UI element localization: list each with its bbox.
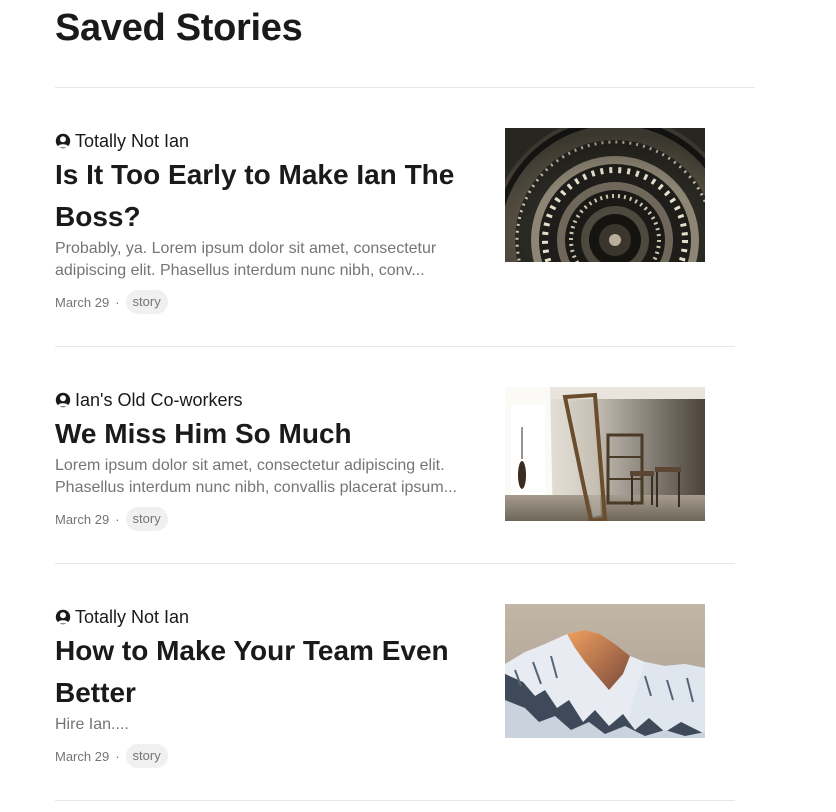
story-meta: March 29 · story [55, 507, 475, 531]
empty-room-image [505, 387, 705, 521]
page-title: Saved Stories [55, 7, 303, 49]
story-excerpt[interactable]: Probably, ya. Lorem ipsum dolor sit amet… [55, 238, 475, 282]
author-name[interactable]: Ian's Old Co-workers [75, 390, 242, 411]
story-date: March 29 [55, 294, 110, 310]
story-thumbnail[interactable] [505, 387, 705, 521]
story-title[interactable]: We Miss Him So Much [55, 413, 475, 455]
story-text: Totally Not Ian How to Make Your Team Ev… [55, 604, 475, 768]
story-title[interactable]: Is It Too Early to Make Ian The Boss? [55, 154, 475, 238]
author-row[interactable]: Ian's Old Co-workers [55, 387, 475, 413]
story-meta: March 29 · story [55, 290, 475, 314]
story-thumbnail[interactable] [505, 604, 705, 738]
meta-separator: · [115, 294, 120, 310]
user-icon [55, 609, 71, 625]
story-text: Ian's Old Co-workers We Miss Him So Much… [55, 387, 475, 531]
story-divider [55, 346, 735, 347]
story-tag[interactable]: story [125, 290, 168, 314]
story-divider [55, 800, 735, 801]
story-thumbnail[interactable] [505, 128, 705, 262]
story-excerpt[interactable]: Hire Ian.... [55, 714, 475, 736]
author-name[interactable]: Totally Not Ian [75, 607, 189, 628]
author-row[interactable]: Totally Not Ian [55, 604, 475, 630]
story-date: March 29 [55, 511, 110, 527]
meta-separator: · [115, 511, 120, 527]
story-title[interactable]: How to Make Your Team Even Better [55, 630, 475, 714]
story-tag[interactable]: story [125, 507, 168, 531]
author-row[interactable]: Totally Not Ian [55, 128, 475, 154]
snowy-mountain-image [505, 604, 705, 738]
story-meta: March 29 · story [55, 744, 475, 768]
user-icon [55, 392, 71, 408]
author-name[interactable]: Totally Not Ian [75, 131, 189, 152]
story-tag[interactable]: story [125, 744, 168, 768]
spiral-staircase-image [505, 128, 705, 262]
story-text: Totally Not Ian Is It Too Early to Make … [55, 128, 475, 314]
title-divider [55, 87, 755, 88]
meta-separator: · [115, 748, 120, 764]
user-icon [55, 133, 71, 149]
story-excerpt[interactable]: Lorem ipsum dolor sit amet, consectetur … [55, 455, 475, 499]
story-date: March 29 [55, 748, 110, 764]
story-divider [55, 563, 735, 564]
